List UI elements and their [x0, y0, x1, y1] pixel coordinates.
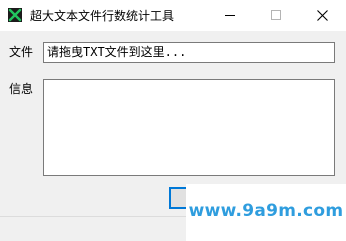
- file-label: 文件: [9, 45, 34, 59]
- file-input[interactable]: 请拖曳TXT文件到这里...: [43, 42, 335, 63]
- close-button[interactable]: [300, 0, 346, 31]
- watermark-text: www.9a9m.com: [188, 201, 344, 221]
- close-icon: [317, 10, 328, 21]
- info-label: 信息: [9, 82, 34, 96]
- app-x-icon: [8, 8, 22, 22]
- maximize-button[interactable]: [254, 0, 300, 31]
- title-bar[interactable]: 超大文本文件行数统计工具: [0, 0, 346, 31]
- info-textarea[interactable]: [43, 79, 335, 176]
- minimize-icon: [225, 15, 235, 16]
- window-title: 超大文本文件行数统计工具: [30, 9, 175, 23]
- watermark-overlay: www.9a9m.com: [186, 184, 346, 241]
- minimize-button[interactable]: [208, 0, 254, 31]
- maximize-icon: [271, 10, 281, 20]
- app-window: 超大文本文件行数统计工具 文件 请拖曳TXT文件到这里... 信息 www.9a…: [0, 0, 346, 241]
